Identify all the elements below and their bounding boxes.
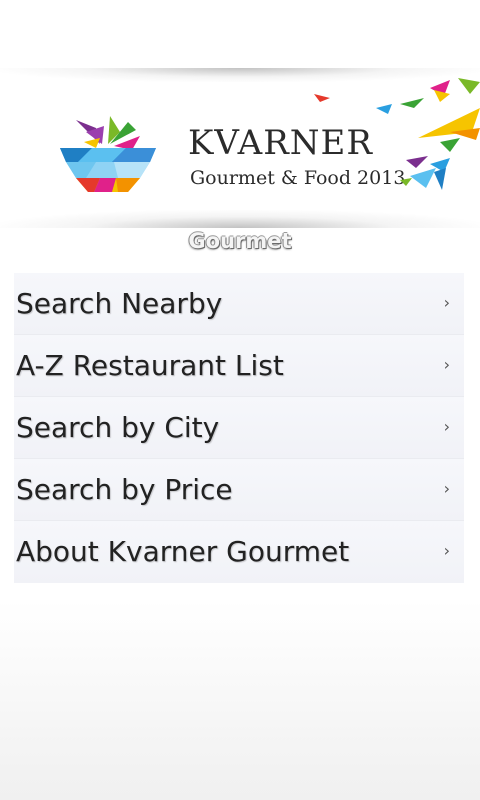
menu-item-restaurant-list[interactable]: A-Z Restaurant List › bbox=[14, 335, 464, 397]
menu-item-label: Search Nearby bbox=[16, 287, 223, 320]
chevron-right-icon: › bbox=[443, 479, 450, 498]
top-blank-area bbox=[0, 0, 480, 68]
chevron-right-icon: › bbox=[443, 417, 450, 436]
menu-item-label: Search by Price bbox=[16, 473, 233, 506]
menu-item-label: About Kvarner Gourmet bbox=[16, 535, 350, 568]
confetti-decoration-icon bbox=[314, 78, 480, 190]
section-title: Gourmet bbox=[188, 229, 292, 253]
menu-item-about[interactable]: About Kvarner Gourmet › bbox=[14, 521, 464, 583]
chevron-right-icon: › bbox=[443, 541, 450, 560]
header-banner: KVARNER Gourmet & Food 2013 bbox=[0, 68, 480, 228]
menu-item-search-by-city[interactable]: Search by City › bbox=[14, 397, 464, 459]
menu-item-label: A-Z Restaurant List bbox=[16, 349, 284, 382]
chevron-right-icon: › bbox=[443, 355, 450, 374]
chevron-right-icon: › bbox=[443, 293, 450, 312]
menu-item-label: Search by City bbox=[16, 411, 220, 444]
menu-item-search-by-price[interactable]: Search by Price › bbox=[14, 459, 464, 521]
menu-item-search-nearby[interactable]: Search Nearby › bbox=[14, 273, 464, 335]
bowl-logo-icon bbox=[60, 116, 156, 192]
main-menu-list: Search Nearby › A-Z Restaurant List › Se… bbox=[14, 273, 464, 583]
